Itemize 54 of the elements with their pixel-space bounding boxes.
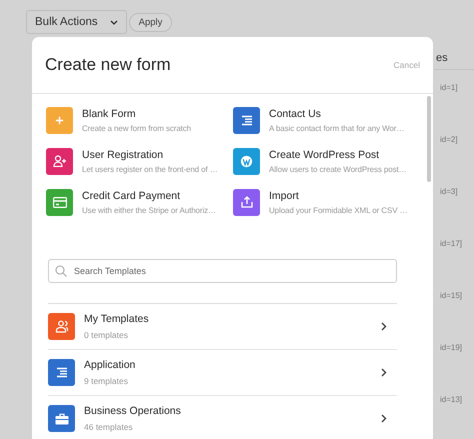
users-icon <box>54 320 68 333</box>
option-title[interactable]: Create WordPress Post <box>269 148 407 160</box>
option-title[interactable]: Credit Card Payment <box>82 190 216 202</box>
option-title[interactable]: User Registration <box>82 148 218 160</box>
option-description: A basic contact form that for any Wor… <box>269 124 404 132</box>
modal-title: Create new form <box>45 55 171 75</box>
option-description: Create a new form from scratch <box>82 124 192 132</box>
table-cell: id=15] <box>440 291 462 300</box>
template-count: 46 templates <box>84 422 134 432</box>
option-title[interactable]: Contact Us <box>269 108 404 120</box>
scrollbar[interactable] <box>427 96 431 182</box>
search-field[interactable]: Search Templates <box>48 259 397 283</box>
chevron-down-icon <box>110 20 118 24</box>
option-description: Let users register on the front-end of … <box>82 164 218 174</box>
category-title: Business Operations <box>84 405 182 417</box>
template-count: 9 templates <box>84 376 129 386</box>
column-header: es <box>434 37 474 70</box>
list-icon <box>56 367 68 378</box>
wordpress-icon <box>240 154 253 168</box>
template-count: 0 templates <box>84 330 129 340</box>
option-description: Allow users to create WordPress post… <box>269 164 407 174</box>
option-description: Use with either the Stripe or Authoriz… <box>82 206 216 214</box>
option-description: Upload your Formidable XML or CSV … <box>269 206 408 214</box>
template-category-row[interactable]: My Templates 0 templates <box>48 304 397 350</box>
plus-icon <box>55 116 64 124</box>
category-title: Application <box>84 359 136 371</box>
option-icon-tile[interactable] <box>233 148 260 174</box>
upload-icon <box>240 196 252 208</box>
option-icon-tile[interactable] <box>233 188 260 216</box>
chevron-right-icon <box>381 414 387 423</box>
list-icon <box>240 114 252 126</box>
template-category-row[interactable]: Application 9 templates <box>48 350 397 396</box>
table-cell: id=17] <box>440 239 462 248</box>
search-icon <box>55 265 67 277</box>
table-cell: id=1] <box>440 83 458 92</box>
option-icon-tile[interactable] <box>46 188 73 216</box>
chevron-right-icon <box>381 368 387 377</box>
table-cell: id=2] <box>440 135 458 144</box>
option-title[interactable]: Blank Form <box>82 108 192 120</box>
option-icon-tile[interactable] <box>233 106 260 134</box>
table-cell: id=13] <box>440 395 462 404</box>
briefcase-icon <box>54 412 68 424</box>
template-category-row[interactable]: Business Operations 46 templates <box>48 396 397 439</box>
add-user-icon <box>52 155 66 167</box>
bulk-actions-dropdown[interactable]: Bulk Actions <box>26 10 127 34</box>
table-cell: id=19] <box>440 343 462 352</box>
apply-button[interactable]: Apply <box>128 12 172 32</box>
category-title: My Templates <box>84 313 150 325</box>
option-icon-tile[interactable] <box>46 148 73 174</box>
option-title[interactable]: Import <box>269 190 408 202</box>
table-cell: id=3] <box>440 187 458 196</box>
chevron-right-icon <box>381 322 387 331</box>
option-icon-tile[interactable] <box>46 106 73 134</box>
credit-card-icon <box>52 196 66 208</box>
